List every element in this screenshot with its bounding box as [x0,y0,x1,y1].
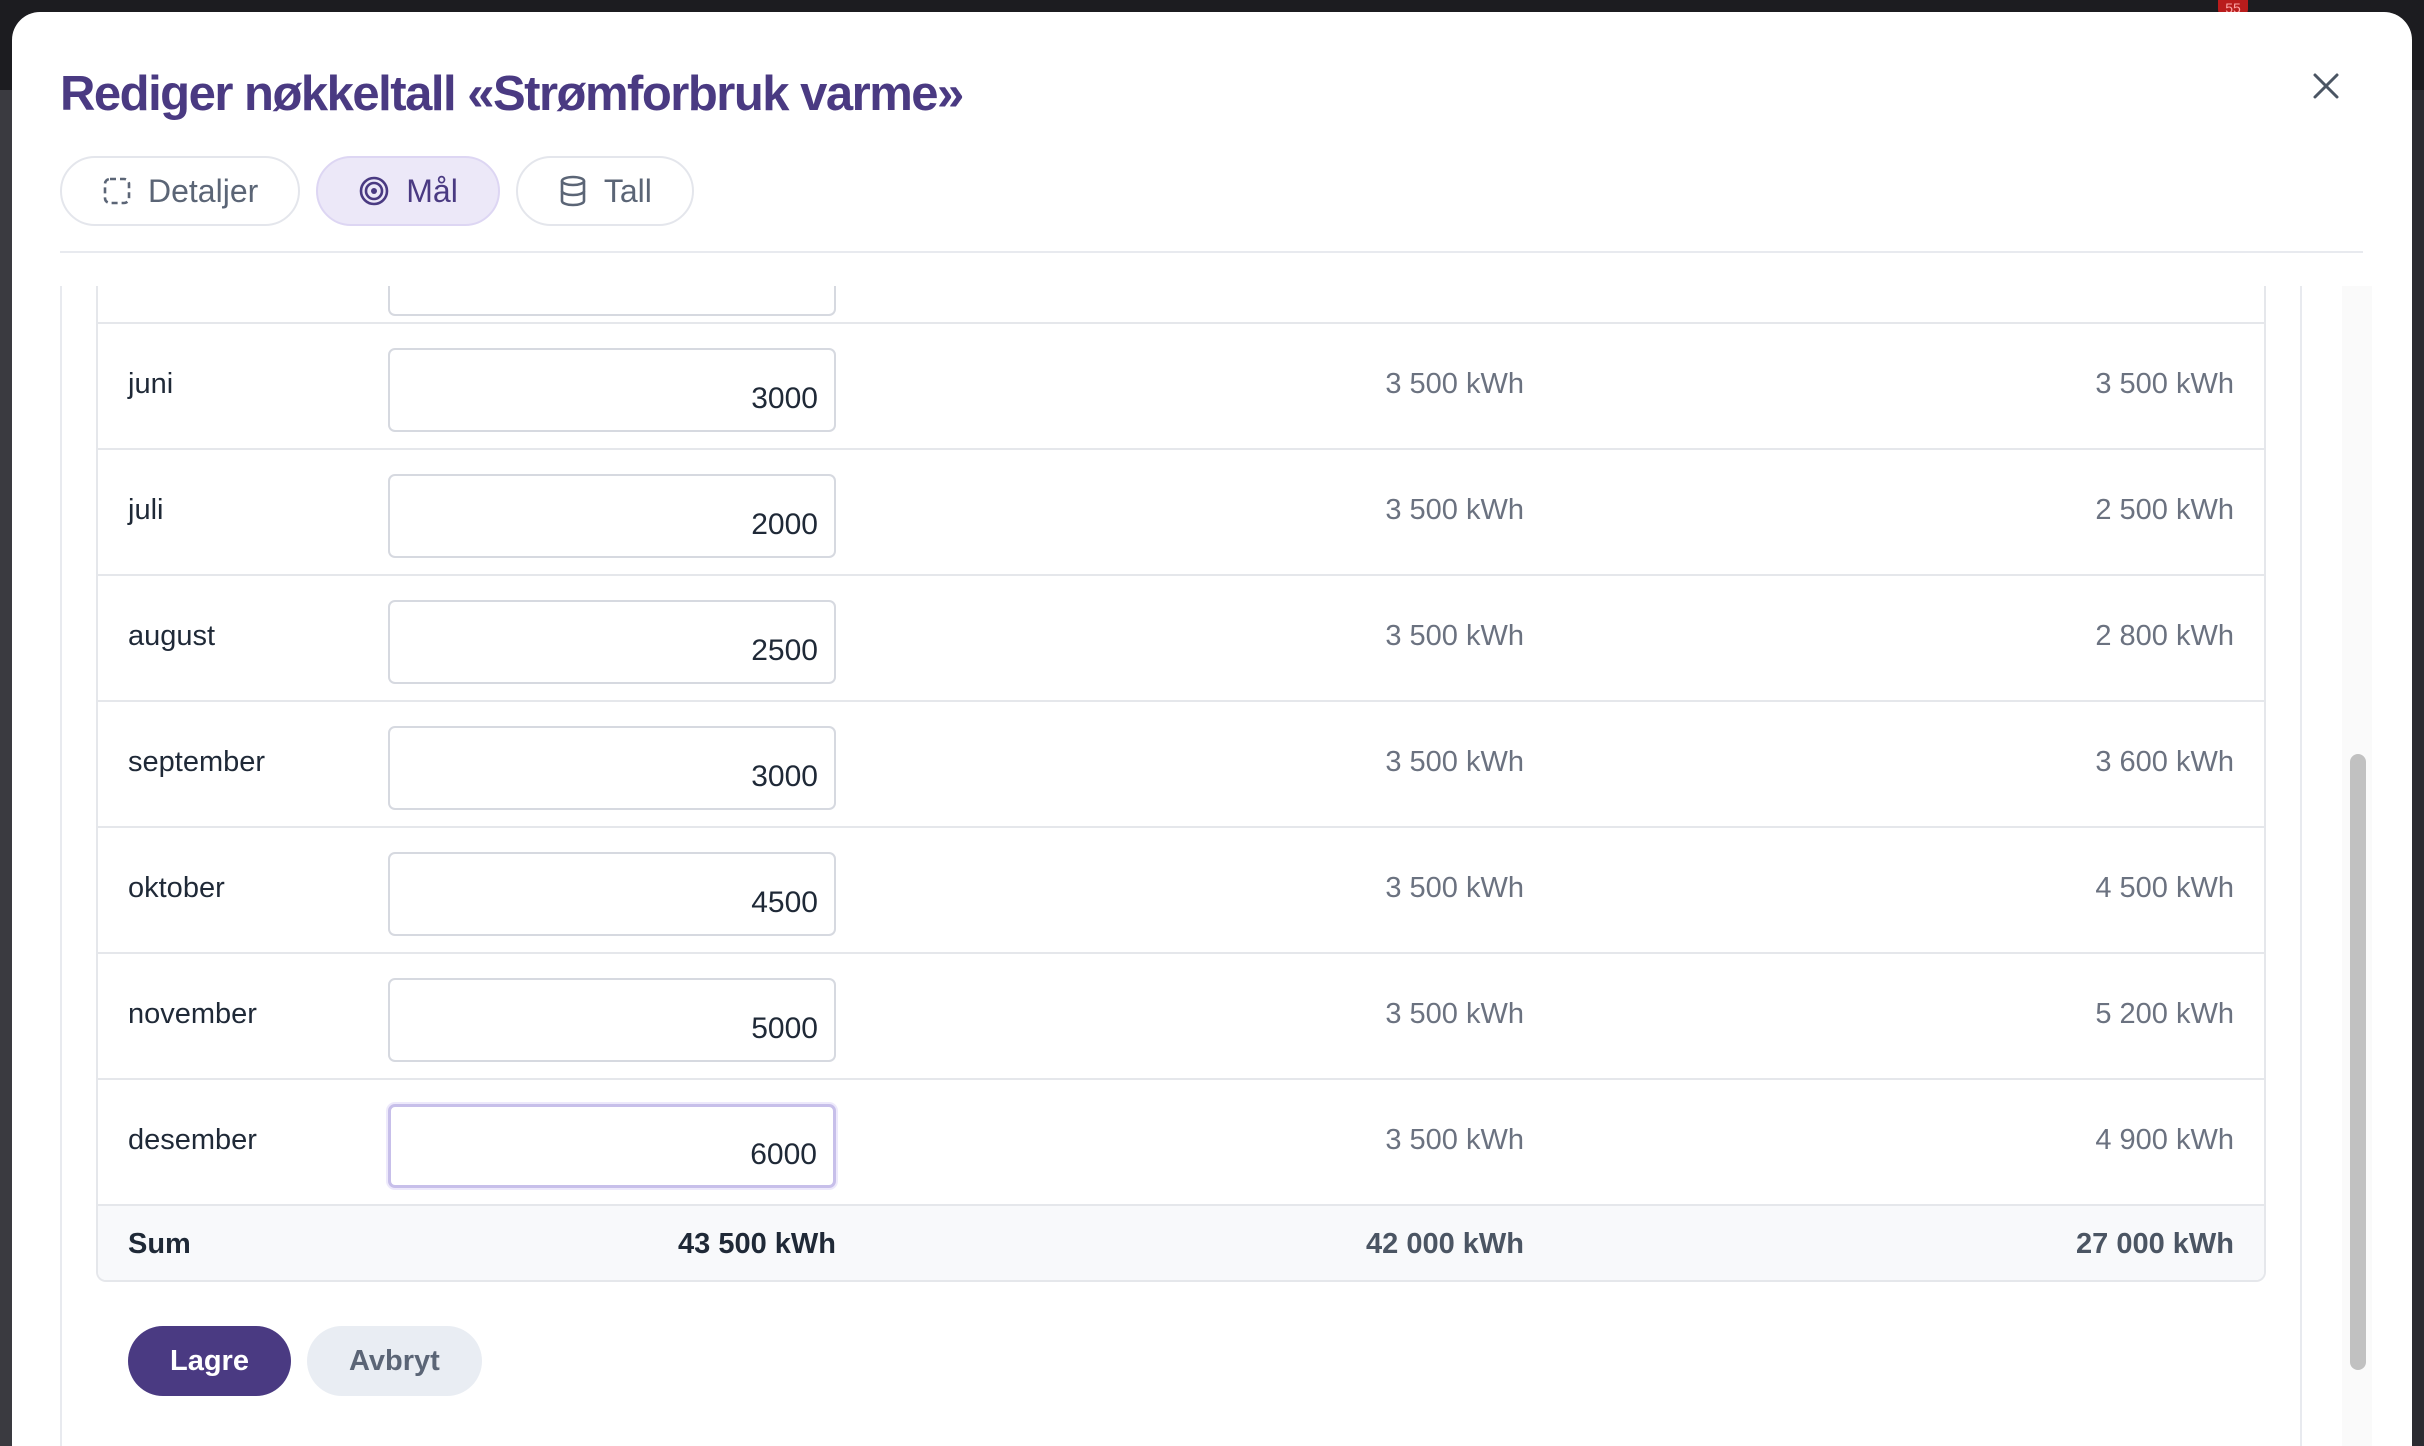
tab-goals[interactable]: Mål [316,156,500,226]
month-label: desember [128,1124,257,1156]
table-row-august: august 3 500 kWh 2 800 kWh [98,574,2264,700]
table-row-july: juli 3 500 kWh 2 500 kWh [98,448,2264,574]
goal-input-august[interactable] [388,600,836,684]
table-row-september: september 3 500 kWh 3 600 kWh [98,700,2264,826]
goals-scroll-area[interactable]: juni 3 500 kWh 3 500 kWh juli 3 500 kWh … [60,286,2302,1446]
goal-input-november[interactable] [388,978,836,1062]
table-row-june: juni 3 500 kWh 3 500 kWh [98,322,2264,448]
cancel-button[interactable]: Avbryt [306,1326,482,1396]
close-icon [2313,73,2339,99]
database-icon [560,175,586,207]
month-label: november [128,998,257,1030]
tab-numbers[interactable]: Tall [515,156,694,226]
dialog-title: Rediger nøkkeltall «Strømforbruk varme» [60,67,964,121]
previous-value: 3 500 kWh [1385,746,1524,778]
actual-value: 3 500 kWh [2095,368,2234,400]
tabs-divider [60,251,2363,253]
table-row-partial [98,286,2264,322]
form-actions: Lagre Avbryt [128,1326,482,1396]
actual-value: 2 500 kWh [2095,494,2234,526]
previous-value: 3 500 kWh [1385,368,1524,400]
sum-actual-value: 27 000 kWh [2076,1228,2234,1260]
table-row-december: desember 3 500 kWh 4 900 kWh [98,1078,2264,1204]
tab-details-label: Detaljer [148,172,259,209]
edit-key-figure-dialog: Rediger nøkkeltall «Strømforbruk varme» … [12,12,2412,1446]
goal-input-june[interactable] [388,348,836,432]
table-row-october: oktober 3 500 kWh 4 500 kWh [98,826,2264,952]
previous-value: 3 500 kWh [1385,872,1524,904]
sum-goal-value: 43 500 kWh [678,1228,836,1260]
previous-value: 3 500 kWh [1385,1124,1524,1156]
goal-input-july[interactable] [388,474,836,558]
sum-label: Sum [128,1228,191,1260]
save-button[interactable]: Lagre [128,1326,291,1396]
month-label: juli [128,494,164,526]
tab-numbers-label: Tall [603,172,652,209]
table-row-november: november 3 500 kWh 5 200 kWh [98,952,2264,1078]
tab-goals-label: Mål [406,172,458,209]
month-label: juni [128,368,174,400]
goal-input-december[interactable] [388,1104,836,1188]
actual-value: 3 600 kWh [2095,746,2234,778]
target-icon [359,176,389,206]
previous-value: 3 500 kWh [1385,620,1524,652]
goal-input-may[interactable] [388,286,836,316]
tab-bar: Detaljer Mål Tall [60,156,694,226]
actual-value: 2 800 kWh [2095,620,2234,652]
close-button[interactable] [2302,62,2350,110]
previous-value: 3 500 kWh [1385,998,1524,1030]
scrollbar-thumb[interactable] [2350,754,2366,1370]
tab-details[interactable]: Detaljer [60,156,301,226]
goal-input-october[interactable] [388,852,836,936]
month-label: oktober [128,872,225,904]
previous-value: 3 500 kWh [1385,494,1524,526]
dashed-square-icon [103,177,131,205]
actual-value: 5 200 kWh [2095,998,2234,1030]
month-label: september [128,746,266,778]
actual-value: 4 900 kWh [2095,1124,2234,1156]
goal-input-september[interactable] [388,726,836,810]
month-label: august [128,620,216,652]
table-sum-row: Sum 43 500 kWh 42 000 kWh 27 000 kWh [98,1204,2264,1280]
actual-value: 4 500 kWh [2095,872,2234,904]
monthly-goals-table: juni 3 500 kWh 3 500 kWh juli 3 500 kWh … [96,286,2266,1282]
sum-previous-value: 42 000 kWh [1366,1228,1524,1260]
